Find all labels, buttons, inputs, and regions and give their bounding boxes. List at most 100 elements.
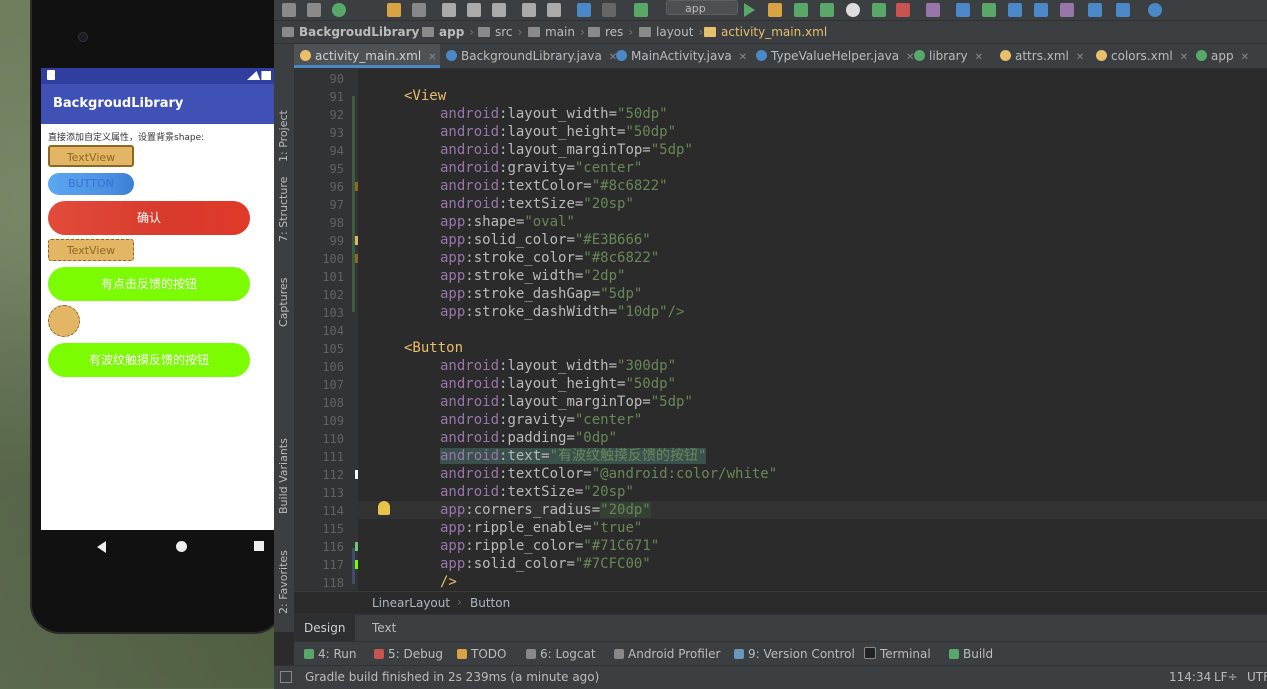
back-nav-icon[interactable] bbox=[577, 3, 591, 17]
close-icon[interactable]: ✕ bbox=[1241, 52, 1249, 63]
close-icon[interactable]: ✕ bbox=[975, 52, 983, 63]
profiler-tool-button[interactable]: Android Profiler bbox=[614, 647, 720, 661]
blue-rounded-button[interactable]: BUTTON bbox=[48, 173, 134, 195]
forward-nav-icon[interactable] bbox=[602, 3, 616, 17]
file-encoding[interactable]: UTF bbox=[1247, 670, 1267, 684]
terminal-tool-button[interactable]: Terminal bbox=[864, 647, 931, 661]
download-icon[interactable] bbox=[1116, 3, 1130, 17]
android-status-bar bbox=[41, 68, 275, 84]
path-item[interactable]: LinearLayout bbox=[372, 596, 450, 610]
apply-changes-icon[interactable] bbox=[768, 3, 782, 17]
logcat-tool-button[interactable]: 6: Logcat bbox=[526, 647, 596, 661]
click-feedback-button[interactable]: 有点击反馈的按钮 bbox=[48, 267, 250, 301]
tab-app-gradle[interactable]: app ✕ bbox=[1190, 44, 1267, 68]
vcs-tool-button[interactable]: 9: Version Control bbox=[734, 647, 855, 661]
tab-attrs-xml[interactable]: attrs.xml ✕ bbox=[994, 44, 1090, 68]
path-separator: › bbox=[457, 595, 462, 609]
make-project-icon[interactable] bbox=[634, 3, 648, 17]
terminal-toolbar-icon[interactable] bbox=[1088, 3, 1102, 17]
paste-icon[interactable] bbox=[492, 3, 506, 17]
editor-tabs: activity_main.xml ✕ BackgroundLibrary.jav… bbox=[294, 44, 1267, 69]
line-separator[interactable]: LF÷ bbox=[1214, 670, 1238, 684]
undo-icon[interactable] bbox=[387, 3, 401, 17]
device-file-icon[interactable] bbox=[1034, 3, 1048, 17]
home-icon[interactable] bbox=[176, 541, 187, 552]
close-icon[interactable]: ✕ bbox=[428, 52, 436, 63]
design-text-tabs: Design Text bbox=[294, 614, 1267, 641]
close-icon[interactable]: ✕ bbox=[1180, 52, 1188, 63]
lightbulb-icon[interactable] bbox=[378, 501, 390, 515]
attach-debugger-icon[interactable] bbox=[872, 3, 886, 17]
android-nav-bar bbox=[41, 532, 275, 560]
emulator-screen[interactable]: BackgroudLibrary 直接添加自定义属性，设置背景shape: Te… bbox=[41, 68, 275, 530]
breadcrumb-item[interactable]: main › bbox=[528, 25, 585, 39]
tab-activity-main[interactable]: activity_main.xml ✕ bbox=[294, 44, 440, 68]
line-number: 110 bbox=[322, 432, 344, 446]
captures-tool-tab[interactable]: Captures bbox=[277, 278, 290, 327]
project-tool-tab[interactable]: 1: Project bbox=[277, 110, 290, 162]
replace-icon[interactable] bbox=[547, 3, 561, 17]
main-toolbar: app bbox=[274, 0, 1267, 21]
sync-icon[interactable] bbox=[332, 3, 346, 17]
todo-tool-button[interactable]: TODO bbox=[457, 647, 506, 661]
build-variants-tool-tab[interactable]: Build Variants bbox=[277, 438, 290, 514]
help-icon[interactable] bbox=[1148, 3, 1162, 17]
tab-text[interactable]: Text bbox=[362, 615, 406, 641]
line-number: 118 bbox=[322, 576, 344, 590]
run-icon[interactable] bbox=[744, 3, 755, 17]
debug-icon bbox=[374, 649, 384, 659]
vcs-icon[interactable] bbox=[1060, 3, 1074, 17]
find-icon[interactable] bbox=[522, 3, 536, 17]
recents-icon[interactable] bbox=[254, 541, 264, 551]
redo-icon[interactable] bbox=[412, 3, 426, 17]
sdk-manager-icon[interactable] bbox=[956, 3, 970, 17]
breadcrumb-item[interactable]: app › bbox=[422, 25, 474, 39]
avd-manager-icon[interactable] bbox=[926, 3, 940, 17]
layout-inspector-icon[interactable] bbox=[1008, 3, 1022, 17]
caret-position[interactable]: 114:34 bbox=[1169, 670, 1211, 684]
structure-tool-tab[interactable]: 7: Structure bbox=[277, 177, 290, 242]
line-number: 95 bbox=[329, 162, 344, 176]
cut-icon[interactable] bbox=[442, 3, 456, 17]
line-number: 117 bbox=[322, 558, 344, 572]
back-icon[interactable] bbox=[97, 541, 106, 553]
code-editor[interactable]: <View android:layout_width="50dp" android… bbox=[358, 69, 1267, 591]
line-number: 98 bbox=[329, 216, 344, 230]
open-folder-icon[interactable] bbox=[282, 3, 296, 17]
close-icon[interactable]: ✕ bbox=[739, 52, 747, 63]
tab-backgroundlibrary-java[interactable]: BackgroundLibrary.java ✕ bbox=[440, 44, 617, 68]
debug-tool-button[interactable]: 5: Debug bbox=[374, 647, 443, 661]
terminal-icon bbox=[864, 647, 876, 659]
copy-icon[interactable] bbox=[467, 3, 481, 17]
build-tool-button[interactable]: Build bbox=[949, 647, 993, 661]
tab-library[interactable]: library ✕ bbox=[908, 44, 994, 68]
ripple-feedback-button[interactable]: 有波纹触摸反馈的按钮 bbox=[48, 343, 250, 377]
breadcrumb-item[interactable]: layout › bbox=[639, 25, 703, 39]
tab-colors-xml[interactable]: colors.xml ✕ bbox=[1090, 44, 1190, 68]
build-icon bbox=[949, 649, 959, 659]
save-icon[interactable] bbox=[307, 3, 321, 17]
profile-icon[interactable] bbox=[846, 3, 860, 17]
line-number: 106 bbox=[322, 360, 344, 374]
tab-mainactivity-java[interactable]: MainActivity.java ✕ bbox=[610, 44, 750, 68]
run-config-select[interactable]: app bbox=[666, 0, 738, 15]
breadcrumb-item[interactable]: activity_main.xml bbox=[704, 25, 827, 39]
project-structure-icon[interactable] bbox=[982, 3, 996, 17]
code-line: android:layout_width="300dp" bbox=[440, 358, 677, 374]
run-tool-button[interactable]: 4: Run bbox=[304, 647, 357, 661]
tab-design[interactable]: Design bbox=[294, 615, 356, 641]
debug-icon[interactable] bbox=[794, 3, 808, 17]
path-item[interactable]: Button bbox=[470, 596, 510, 610]
coverage-icon[interactable] bbox=[820, 3, 834, 17]
breadcrumb-item[interactable]: res › bbox=[588, 25, 633, 39]
confirm-button[interactable]: 确认 bbox=[48, 201, 250, 235]
line-number: 93 bbox=[329, 126, 344, 140]
stop-icon[interactable] bbox=[896, 3, 910, 17]
breadcrumb-item[interactable]: BackgroudLibrary› bbox=[282, 25, 429, 39]
tab-typevaluehelper-java[interactable]: TypeValueHelper.java ✕ bbox=[750, 44, 914, 68]
favorites-tool-tab[interactable]: 2: Favorites bbox=[277, 550, 290, 614]
line-number: 112 bbox=[322, 468, 344, 482]
close-icon[interactable]: ✕ bbox=[1076, 52, 1084, 63]
breadcrumb-item[interactable]: src › bbox=[478, 25, 522, 39]
status-toggle-icon[interactable] bbox=[280, 671, 292, 683]
